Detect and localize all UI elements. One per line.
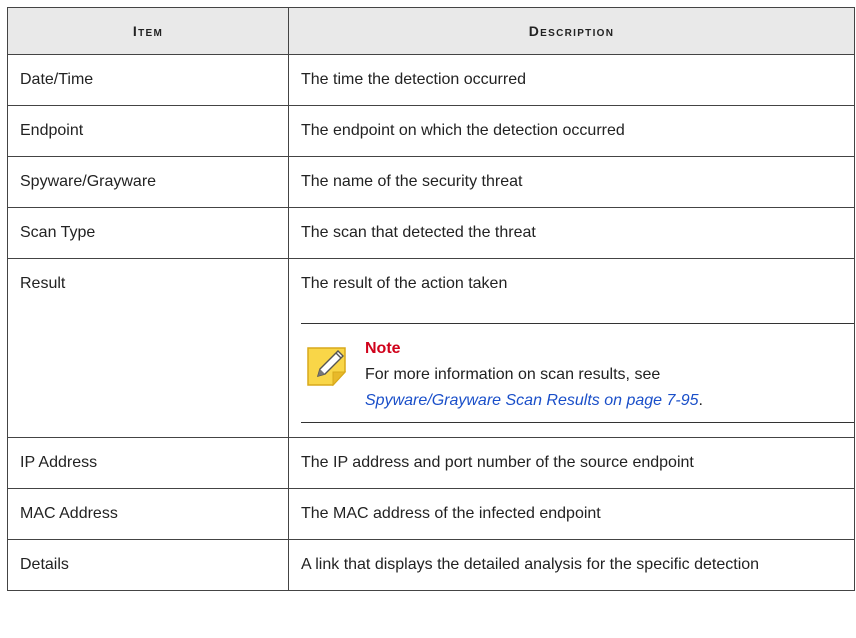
note-title: Note	[365, 340, 401, 357]
note-pencil-icon	[305, 342, 351, 388]
header-description: Description	[288, 7, 855, 55]
note-text: For more information on scan results, se…	[365, 362, 854, 414]
table-row: Result The result of the action taken No…	[7, 258, 855, 438]
cell-item: Endpoint	[7, 105, 289, 157]
note-content: Note For more information on scan result…	[365, 338, 854, 414]
cell-description: The MAC address of the infected endpoint	[288, 488, 855, 540]
cell-description: The endpoint on which the detection occu…	[288, 105, 855, 157]
cell-item: MAC Address	[7, 488, 289, 540]
note-block: Note For more information on scan result…	[301, 323, 854, 423]
table-row: Spyware/Grayware The name of the securit…	[7, 156, 855, 208]
table-row: Scan Type The scan that detected the thr…	[7, 207, 855, 259]
scan-results-link[interactable]: Spyware/Grayware Scan Results on page 7-…	[365, 392, 699, 409]
table-row: Details A link that displays the detaile…	[7, 539, 855, 591]
cell-item: IP Address	[7, 437, 289, 489]
cell-item: Spyware/Grayware	[7, 156, 289, 208]
cell-description-text: The result of the action taken	[301, 275, 508, 292]
cell-item: Details	[7, 539, 289, 591]
table-row: Date/Time The time the detection occurre…	[7, 54, 855, 106]
header-item: Item	[7, 7, 289, 55]
cell-item: Scan Type	[7, 207, 289, 259]
table-row: MAC Address The MAC address of the infec…	[7, 488, 855, 540]
spyware-log-table: Item Description Date/Time The time the …	[7, 7, 855, 591]
cell-description: The result of the action taken Note For …	[288, 258, 855, 438]
table-row: Endpoint The endpoint on which the detec…	[7, 105, 855, 157]
cell-item: Date/Time	[7, 54, 289, 106]
table-row: IP Address The IP address and port numbe…	[7, 437, 855, 489]
cell-description: The name of the security threat	[288, 156, 855, 208]
cell-description: The time the detection occurred	[288, 54, 855, 106]
cell-description: The scan that detected the threat	[288, 207, 855, 259]
cell-item: Result	[7, 258, 289, 438]
table-header-row: Item Description	[7, 7, 855, 55]
note-body: For more information on scan results, se…	[365, 366, 661, 383]
note-suffix: .	[698, 392, 703, 409]
cell-description: The IP address and port number of the so…	[288, 437, 855, 489]
cell-description: A link that displays the detailed analys…	[288, 539, 855, 591]
